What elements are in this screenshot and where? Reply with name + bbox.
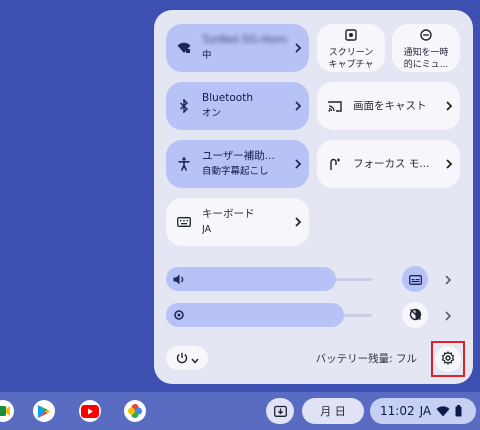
settings-highlight-box	[431, 341, 465, 377]
wifi-network-name: TunNet-5G-Home	[202, 34, 287, 46]
accessibility-tile[interactable]: ユーザー補助... 自動字幕起こし	[166, 140, 309, 188]
keyboard-icon	[166, 217, 202, 227]
night-light-off-icon	[409, 306, 422, 325]
display-settings-chevron[interactable]	[440, 306, 456, 324]
accessibility-status: 自動字幕起こし	[202, 166, 269, 177]
focus-mode-icon	[317, 158, 353, 171]
chevron-down-icon	[190, 349, 199, 368]
cast-icon	[317, 100, 353, 112]
google-play-app-icon[interactable]	[33, 400, 55, 422]
chevron-right-icon[interactable]	[287, 217, 309, 227]
date-label: 月 日	[320, 405, 346, 418]
holding-space-button[interactable]	[266, 398, 294, 424]
ime-indicator: JA	[419, 404, 432, 418]
do-not-disturb-label-1: 通知を一時	[403, 47, 449, 58]
focus-mode-label: フォーカス モ...	[353, 157, 430, 170]
wifi-tile[interactable]: TunNet-5G-Home 中	[166, 24, 309, 72]
power-menu-button[interactable]	[166, 346, 208, 370]
screen-capture-label-1: スクリーン	[328, 47, 374, 58]
bluetooth-title: Bluetooth	[202, 92, 253, 104]
chevron-right-icon[interactable]	[438, 101, 460, 111]
wifi-signal-status: 中	[202, 50, 212, 61]
chevron-right-icon	[444, 270, 452, 289]
accessibility-icon	[166, 157, 202, 171]
clock-time: 11:02	[380, 404, 415, 418]
quick-settings-panel: TunNet-5G-Home 中 スクリーン キャプチャ 通知を一時 的にミュ.…	[154, 10, 473, 384]
audio-settings-chevron[interactable]	[440, 270, 456, 288]
wifi-lock-icon	[166, 42, 202, 54]
battery-icon	[455, 402, 462, 421]
keyboard-language: JA	[202, 224, 212, 235]
do-not-disturb-icon	[420, 26, 432, 45]
youtube-app-icon[interactable]	[79, 400, 101, 422]
night-light-button[interactable]	[402, 302, 428, 328]
focus-mode-tile[interactable]: フォーカス モ...	[317, 140, 460, 188]
caption-icon	[408, 270, 422, 289]
do-not-disturb-tile[interactable]: 通知を一時 的にミュ...	[392, 24, 460, 72]
live-caption-button[interactable]	[402, 266, 428, 292]
accessibility-title: ユーザー補助...	[202, 150, 275, 162]
keyboard-tile[interactable]: キーボード JA	[166, 198, 309, 246]
google-photos-app-icon[interactable]	[124, 400, 146, 422]
status-area-button[interactable]: 11:02 JA	[370, 398, 476, 424]
keyboard-title: キーボード	[202, 208, 255, 220]
volume-slider[interactable]	[166, 267, 336, 291]
bluetooth-status: オン	[202, 108, 222, 119]
cast-screen-label: 画面をキャスト	[353, 99, 427, 112]
wifi-icon	[436, 402, 450, 421]
chevron-right-icon[interactable]	[438, 159, 460, 169]
date-tray-button[interactable]: 月 日	[302, 398, 364, 424]
chevron-right-icon[interactable]	[287, 159, 309, 169]
tote-download-icon	[273, 402, 287, 421]
chevron-right-icon[interactable]	[287, 43, 309, 53]
cast-screen-tile[interactable]: 画面をキャスト	[317, 82, 460, 130]
battery-status-text: バッテリー残量: フル	[315, 353, 417, 365]
brightness-icon	[173, 306, 185, 325]
screen-capture-icon	[345, 26, 357, 45]
chevron-right-icon[interactable]	[287, 101, 309, 111]
chevron-right-icon	[444, 306, 452, 325]
volume-icon	[173, 270, 185, 289]
bluetooth-tile[interactable]: Bluetooth オン	[166, 82, 309, 130]
bluetooth-icon	[166, 99, 202, 113]
do-not-disturb-label-2: 的にミュ...	[403, 59, 449, 70]
screen-capture-tile[interactable]: スクリーン キャプチャ	[317, 24, 385, 72]
power-icon	[176, 349, 188, 368]
screen-capture-label-2: キャプチャ	[328, 59, 374, 70]
brightness-slider[interactable]	[166, 303, 344, 327]
